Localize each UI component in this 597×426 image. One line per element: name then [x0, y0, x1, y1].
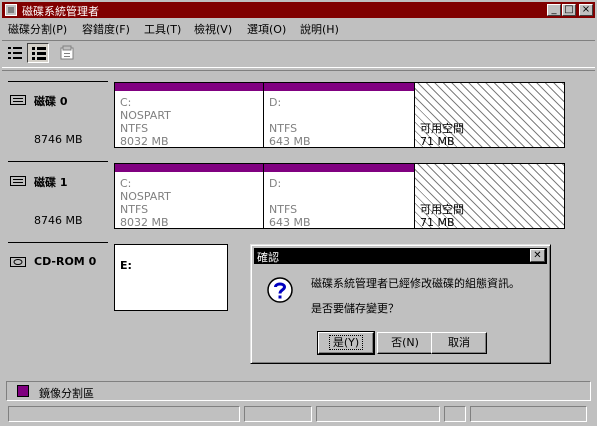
app-icon[interactable]	[5, 4, 17, 16]
partition-letter: D:	[269, 177, 282, 190]
no-button[interactable]: 否(N)	[377, 332, 433, 354]
properties-icon	[60, 45, 74, 60]
partition-size: 8032 MB	[120, 216, 169, 229]
disk-view-icon	[32, 47, 46, 60]
cdrom-volume[interactable]: E:	[114, 244, 228, 311]
disk-separator	[8, 81, 108, 82]
maximize-button[interactable]: □	[562, 4, 576, 16]
status-segment	[244, 406, 312, 422]
app-window: 磁碟系統管理者 _ □ × 磁碟分割(P) 容錯度(F) 工具(T) 檢視(V)…	[0, 0, 597, 426]
disk-separator	[8, 161, 108, 162]
dialog-close-button[interactable]: ✕	[530, 249, 545, 262]
dialog-message-line2: 是否要儲存變更？	[311, 302, 399, 315]
partition-letter: C:	[120, 96, 132, 109]
partition-size: 643 MB	[269, 216, 311, 229]
yes-button-label: 是(Y)	[328, 335, 364, 350]
status-segment	[8, 406, 240, 422]
mirror-bar	[115, 83, 263, 91]
partition-fs: NTFS	[269, 122, 298, 135]
status-bar	[2, 404, 595, 424]
menu-help[interactable]: 說明(H)	[300, 21, 339, 37]
free-space[interactable]: 可用空間 71 MB	[414, 82, 565, 148]
free-size: 71 MB	[420, 135, 455, 148]
dialog-message-line1: 磁碟系統管理者已經修改磁碟的組態資訊。	[311, 277, 520, 290]
partition-letter: D:	[269, 96, 282, 109]
yes-button[interactable]: 是(Y)	[317, 331, 375, 355]
disk-separator	[8, 242, 108, 243]
status-segment	[444, 406, 466, 422]
disk-name: 磁碟 1	[34, 176, 68, 189]
partition-size: 643 MB	[269, 135, 311, 148]
close-button[interactable]: ×	[579, 4, 593, 16]
disk-view-button[interactable]	[27, 43, 49, 63]
dialog-title: 確認	[257, 251, 279, 264]
window-title: 磁碟系統管理者	[22, 5, 99, 18]
cdrom-letter: E:	[120, 259, 132, 272]
partition-size: 8032 MB	[120, 135, 169, 148]
free-space[interactable]: 可用空間 71 MB	[414, 163, 565, 229]
partition-letter: C:	[120, 177, 132, 190]
mirror-swatch	[17, 385, 29, 397]
partition-fs: NTFS	[120, 203, 149, 216]
question-icon	[267, 277, 293, 303]
menu-partition[interactable]: 磁碟分割(P)	[8, 21, 67, 37]
properties-button[interactable]	[56, 43, 78, 63]
toolbar	[2, 40, 595, 68]
free-label: 可用空間	[420, 203, 464, 216]
partition-fs: NTFS	[120, 122, 149, 135]
partition-fs: NTFS	[269, 203, 298, 216]
list-view-icon	[8, 47, 22, 59]
menu-view[interactable]: 檢視(V)	[194, 21, 232, 37]
legend: 鏡像分割區	[6, 381, 591, 401]
legend-label: 鏡像分割區	[39, 387, 94, 400]
title-bar[interactable]: 磁碟系統管理者 _ □ ×	[2, 2, 595, 18]
cancel-button[interactable]: 取消	[431, 332, 487, 354]
menu-fault-tolerance[interactable]: 容錯度(F)	[82, 21, 130, 37]
partition-c[interactable]: C: NOSPART NTFS 8032 MB	[114, 163, 264, 229]
partition-label: NOSPART	[120, 109, 171, 122]
hard-disk-icon	[10, 176, 26, 186]
no-button-label: 否(N)	[391, 336, 419, 349]
partition-d[interactable]: D: NTFS 643 MB	[263, 82, 415, 148]
free-size: 71 MB	[420, 216, 455, 229]
cancel-button-label: 取消	[448, 336, 470, 349]
status-segment	[470, 406, 587, 422]
mirror-bar	[115, 164, 263, 172]
minimize-button[interactable]: _	[547, 4, 561, 16]
hard-disk-icon	[10, 95, 26, 105]
disk-name: 磁碟 0	[34, 95, 68, 108]
menu-tools[interactable]: 工具(T)	[144, 21, 181, 37]
confirm-dialog: 確認 ✕ 磁碟系統管理者已經修改磁碟的組態資訊。 是否要儲存變更？ 是(Y) 否…	[250, 244, 551, 364]
list-view-button[interactable]	[4, 43, 26, 63]
free-label: 可用空間	[420, 122, 464, 135]
menu-options[interactable]: 選項(O)	[247, 21, 286, 37]
partition-d[interactable]: D: NTFS 643 MB	[263, 163, 415, 229]
mirror-bar	[264, 164, 414, 172]
status-segment	[316, 406, 440, 422]
partition-c[interactable]: C: NOSPART NTFS 8032 MB	[114, 82, 264, 148]
disk-size: 8746 MB	[34, 214, 83, 227]
menu-bar: 磁碟分割(P) 容錯度(F) 工具(T) 檢視(V) 選項(O) 說明(H)	[2, 19, 595, 37]
disk-size: 8746 MB	[34, 133, 83, 146]
cdrom-name: CD-ROM 0	[34, 255, 97, 268]
partition-label: NOSPART	[120, 190, 171, 203]
dialog-title-bar[interactable]: 確認 ✕	[254, 248, 547, 264]
mirror-bar	[264, 83, 414, 91]
cd-rom-icon	[10, 257, 26, 267]
